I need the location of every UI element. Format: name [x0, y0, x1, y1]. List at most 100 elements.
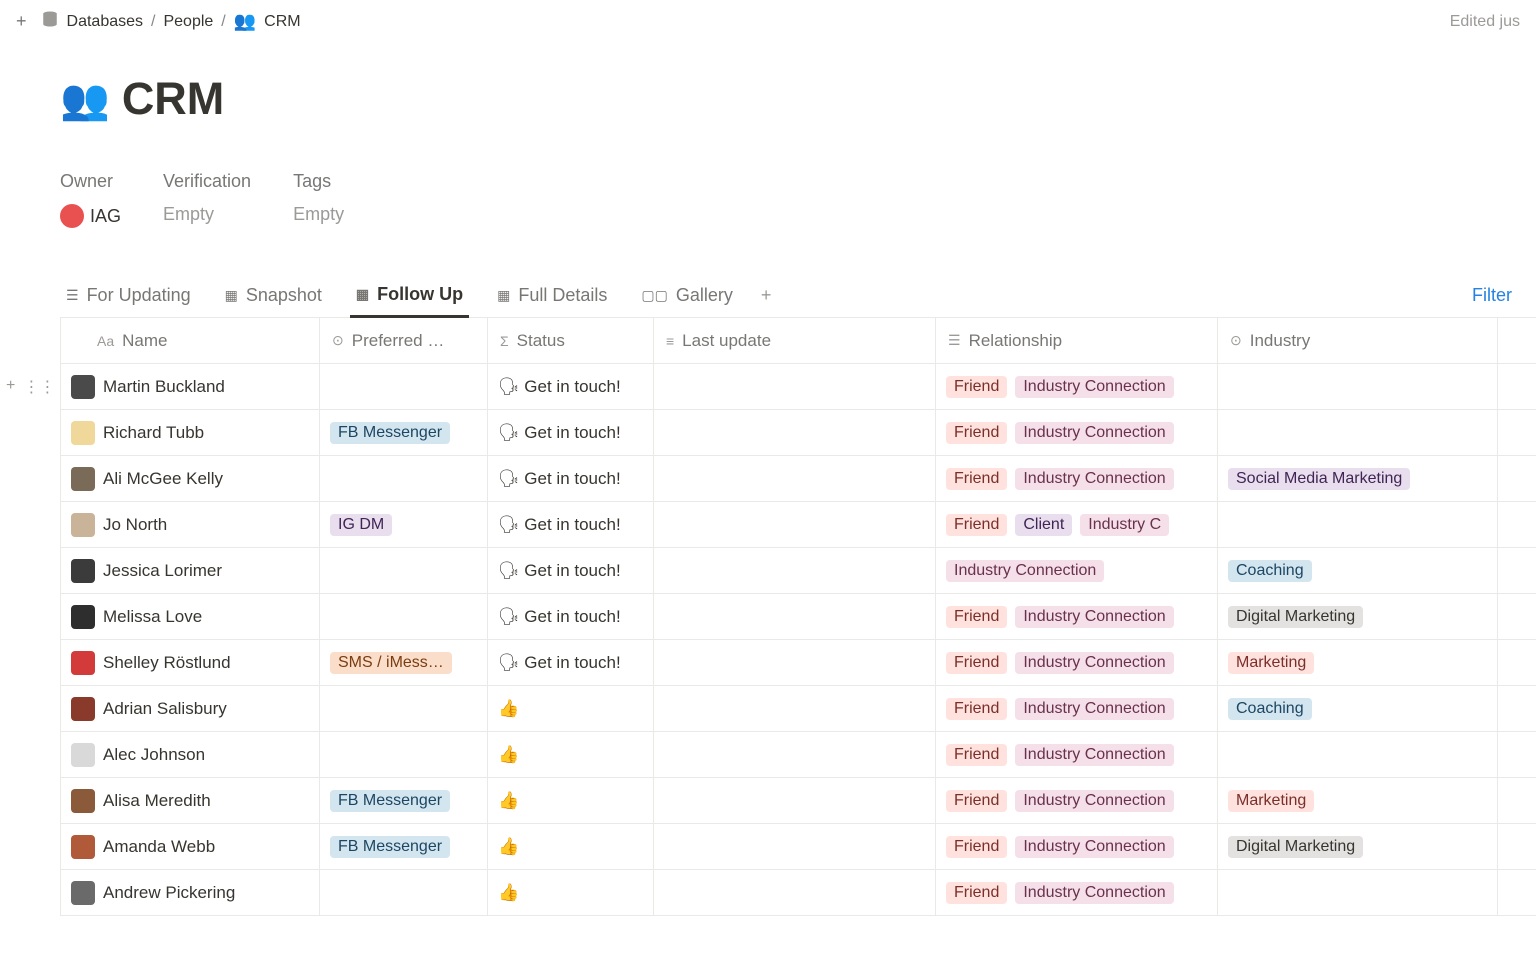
cell-relationship[interactable]: FriendIndustry Connection: [936, 364, 1218, 409]
cell-status[interactable]: 👍: [488, 824, 654, 869]
cell-relationship[interactable]: FriendIndustry Connection: [936, 640, 1218, 685]
cell-preferred[interactable]: [320, 456, 488, 501]
cell-preferred[interactable]: FB Messenger: [320, 778, 488, 823]
cell-industry[interactable]: [1218, 364, 1498, 409]
cell-status[interactable]: 🗣 Get in touch!: [488, 594, 654, 639]
cell-name[interactable]: Jo North: [60, 502, 320, 547]
cell-name[interactable]: Jessica Lorimer: [60, 548, 320, 593]
view-snapshot[interactable]: ▦ Snapshot: [219, 285, 328, 316]
cell-last-update[interactable]: [654, 686, 936, 731]
cell-status[interactable]: 👍: [488, 870, 654, 915]
column-status[interactable]: ΣStatus: [488, 318, 654, 363]
cell-relationship[interactable]: FriendIndustry Connection: [936, 732, 1218, 777]
tags-value[interactable]: Empty: [293, 204, 344, 225]
cell-industry[interactable]: [1218, 502, 1498, 547]
cell-status[interactable]: 🗣 Get in touch!: [488, 640, 654, 685]
cell-industry[interactable]: Digital Marketing: [1218, 594, 1498, 639]
owner-value[interactable]: IAG: [60, 204, 121, 228]
breadcrumb-mid[interactable]: People: [163, 13, 213, 31]
column-industry[interactable]: ⊙Industry: [1218, 318, 1498, 363]
breadcrumb-root[interactable]: Databases: [67, 13, 144, 31]
table-row[interactable]: +⋮⋮Martin Buckland🗣 Get in touch!FriendI…: [60, 364, 1536, 410]
table-row[interactable]: Andrew Pickering 👍 FriendIndustry Connecti…: [60, 870, 1536, 916]
cell-relationship[interactable]: Industry Connection: [936, 548, 1218, 593]
cell-status[interactable]: 🗣 Get in touch!: [488, 502, 654, 547]
drag-handle-icon[interactable]: ⋮⋮: [23, 377, 55, 397]
cell-preferred[interactable]: [320, 870, 488, 915]
cell-status[interactable]: 👍: [488, 778, 654, 823]
cell-relationship[interactable]: FriendIndustry Connection: [936, 410, 1218, 455]
cell-name[interactable]: Andrew Pickering: [60, 870, 320, 915]
page-icon[interactable]: 👥: [60, 76, 110, 123]
cell-industry[interactable]: Digital Marketing: [1218, 824, 1498, 869]
cell-status[interactable]: 🗣 Get in touch!: [488, 548, 654, 593]
cell-preferred[interactable]: SMS / iMess…: [320, 640, 488, 685]
cell-preferred[interactable]: [320, 732, 488, 777]
view-full-details[interactable]: ▦ Full Details: [491, 285, 613, 316]
cell-name[interactable]: Ali McGee Kelly: [60, 456, 320, 501]
cell-relationship[interactable]: FriendIndustry Connection: [936, 870, 1218, 915]
cell-industry[interactable]: Coaching: [1218, 686, 1498, 731]
cell-name[interactable]: Alisa Meredith: [60, 778, 320, 823]
table-row[interactable]: Alec Johnson 👍 FriendIndustry Connection: [60, 732, 1536, 778]
cell-preferred[interactable]: [320, 686, 488, 731]
page-title[interactable]: CRM: [122, 73, 224, 125]
cell-preferred[interactable]: [320, 548, 488, 593]
table-row[interactable]: Richard TubbFB Messenger🗣 Get in touch!F…: [60, 410, 1536, 456]
cell-preferred[interactable]: FB Messenger: [320, 410, 488, 455]
filter-button[interactable]: Filter: [1472, 285, 1512, 316]
add-view-button[interactable]: +: [761, 285, 772, 316]
table-row[interactable]: Amanda WebbFB Messenger👍 FriendIndustry C…: [60, 824, 1536, 870]
cell-name[interactable]: Melissa Love: [60, 594, 320, 639]
column-last-update[interactable]: ≡Last update: [654, 318, 936, 363]
add-page-button[interactable]: +: [16, 11, 27, 32]
cell-last-update[interactable]: [654, 870, 936, 915]
cell-industry[interactable]: [1218, 732, 1498, 777]
cell-last-update[interactable]: [654, 364, 936, 409]
column-name[interactable]: AaName: [60, 318, 320, 363]
table-row[interactable]: Alisa MeredithFB Messenger👍 FriendIndustr…: [60, 778, 1536, 824]
cell-name[interactable]: Shelley Röstlund: [60, 640, 320, 685]
table-row[interactable]: Melissa Love 🗣 Get in touch! FriendIndustr…: [60, 594, 1536, 640]
cell-last-update[interactable]: [654, 410, 936, 455]
cell-last-update[interactable]: [654, 824, 936, 869]
cell-industry[interactable]: Social Media Marketing: [1218, 456, 1498, 501]
cell-relationship[interactable]: FriendClientIndustry C: [936, 502, 1218, 547]
cell-last-update[interactable]: [654, 456, 936, 501]
cell-preferred[interactable]: IG DM: [320, 502, 488, 547]
cell-industry[interactable]: Marketing: [1218, 778, 1498, 823]
cell-name[interactable]: Adrian Salisbury: [60, 686, 320, 731]
cell-status[interactable]: 🗣 Get in touch!: [488, 456, 654, 501]
verification-value[interactable]: Empty: [163, 204, 251, 225]
view-for-updating[interactable]: ☰ For Updating: [60, 285, 197, 316]
cell-last-update[interactable]: [654, 594, 936, 639]
cell-last-update[interactable]: [654, 502, 936, 547]
cell-industry[interactable]: Marketing: [1218, 640, 1498, 685]
table-row[interactable]: Jo NorthIG DM🗣 Get in touch! FriendClient…: [60, 502, 1536, 548]
cell-relationship[interactable]: FriendIndustry Connection: [936, 824, 1218, 869]
cell-relationship[interactable]: FriendIndustry Connection: [936, 686, 1218, 731]
cell-name[interactable]: Richard Tubb: [60, 410, 320, 455]
cell-status[interactable]: 👍: [488, 732, 654, 777]
cell-preferred[interactable]: FB Messenger: [320, 824, 488, 869]
cell-relationship[interactable]: FriendIndustry Connection: [936, 456, 1218, 501]
cell-last-update[interactable]: [654, 778, 936, 823]
cell-industry[interactable]: [1218, 410, 1498, 455]
cell-last-update[interactable]: [654, 732, 936, 777]
cell-preferred[interactable]: [320, 364, 488, 409]
cell-status[interactable]: 🗣 Get in touch!: [488, 364, 654, 409]
cell-industry[interactable]: Coaching: [1218, 548, 1498, 593]
column-relationship[interactable]: ☰Relationship: [936, 318, 1218, 363]
cell-relationship[interactable]: FriendIndustry Connection: [936, 778, 1218, 823]
cell-relationship[interactable]: FriendIndustry Connection: [936, 594, 1218, 639]
view-gallery[interactable]: ▢▢ Gallery: [635, 285, 738, 316]
view-follow-up[interactable]: ▦ Follow Up: [350, 284, 469, 318]
cell-last-update[interactable]: [654, 640, 936, 685]
table-row[interactable]: Adrian Salisbury👍FriendIndustry Connecti…: [60, 686, 1536, 732]
add-row-button[interactable]: +: [6, 377, 15, 397]
cell-name[interactable]: Alec Johnson: [60, 732, 320, 777]
cell-name[interactable]: Amanda Webb: [60, 824, 320, 869]
table-row[interactable]: Shelley RöstlundSMS / iMess…🗣 Get in tou…: [60, 640, 1536, 686]
cell-preferred[interactable]: [320, 594, 488, 639]
cell-name[interactable]: Martin Buckland: [60, 364, 320, 409]
